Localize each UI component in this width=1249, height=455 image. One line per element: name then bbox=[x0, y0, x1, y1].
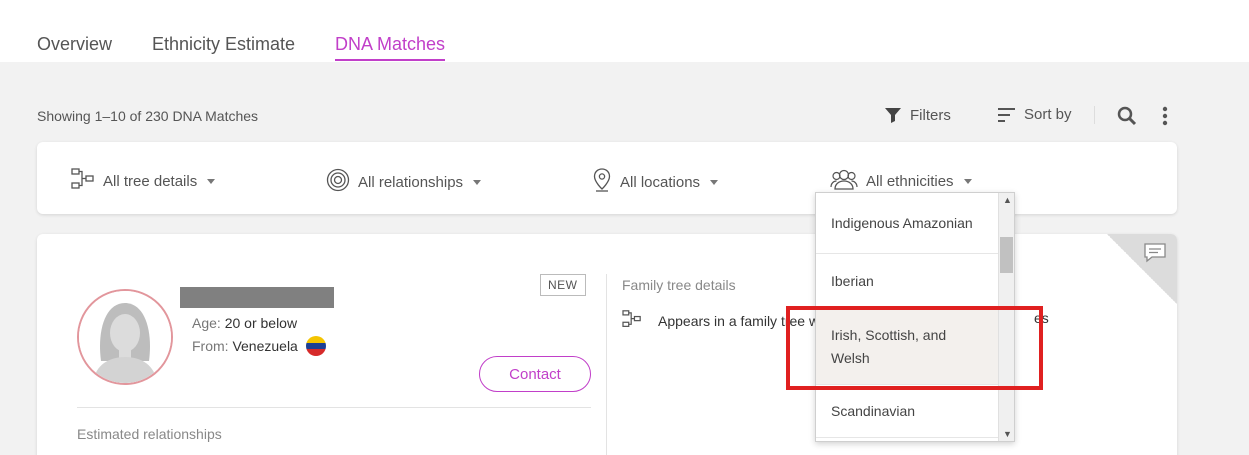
filter-icon bbox=[884, 106, 902, 124]
people-group-icon bbox=[830, 168, 858, 194]
ethnicities-filter[interactable]: All ethnicities bbox=[830, 168, 972, 194]
tab-overview[interactable]: Overview bbox=[37, 34, 112, 55]
relationships-label: All relationships bbox=[358, 173, 464, 191]
scrollbar-thumb[interactable] bbox=[1000, 237, 1013, 273]
from-row: From: Venezuela bbox=[192, 336, 326, 356]
age-label: Age: bbox=[192, 315, 221, 331]
chevron-down-icon bbox=[473, 179, 482, 185]
more-options-button[interactable] bbox=[1161, 106, 1169, 126]
filters-label: Filters bbox=[910, 106, 951, 124]
scroll-down-icon[interactable]: ▼ bbox=[1003, 429, 1012, 439]
tab-ethnicity-estimate[interactable]: Ethnicity Estimate bbox=[152, 34, 295, 55]
sort-icon bbox=[998, 107, 1016, 123]
comment-icon[interactable] bbox=[1143, 242, 1167, 269]
estimated-relationships-label: Estimated relationships bbox=[77, 426, 222, 442]
search-icon bbox=[1117, 106, 1137, 126]
more-vertical-icon bbox=[1161, 106, 1169, 126]
dropdown-option[interactable]: Indigenous Amazonian bbox=[816, 193, 998, 254]
scroll-up-icon[interactable]: ▲ bbox=[1003, 195, 1012, 205]
age-row: Age: 20 or below bbox=[192, 315, 297, 331]
female-avatar-icon bbox=[79, 291, 171, 383]
locations-label: All locations bbox=[620, 173, 701, 191]
location-pin-icon bbox=[592, 168, 612, 196]
contact-button[interactable]: Contact bbox=[479, 356, 591, 392]
divider bbox=[77, 407, 591, 408]
tree-icon bbox=[622, 310, 642, 331]
column-divider bbox=[606, 274, 607, 455]
locations-filter[interactable]: All locations bbox=[592, 168, 719, 196]
highlight-annotation-box bbox=[786, 306, 1043, 390]
age-value: 20 or below bbox=[224, 315, 298, 331]
filters-button[interactable]: Filters bbox=[884, 106, 951, 124]
target-icon bbox=[326, 168, 350, 196]
search-button[interactable] bbox=[1117, 106, 1137, 126]
top-nav: Overview Ethnicity Estimate DNA Matches bbox=[0, 0, 1249, 62]
tree-icon bbox=[71, 168, 95, 194]
chevron-down-icon bbox=[963, 178, 972, 184]
dropdown-option[interactable]: Iberian bbox=[816, 254, 998, 310]
tree-details-label: All tree details bbox=[103, 172, 198, 190]
venezuela-flag-icon bbox=[305, 336, 326, 356]
ethnicities-label: All ethnicities bbox=[866, 172, 954, 190]
tree-details-filter[interactable]: All tree details bbox=[71, 168, 216, 194]
from-label: From: bbox=[192, 338, 229, 354]
dropdown-option[interactable]: Scandinavian bbox=[816, 385, 998, 438]
results-summary: Showing 1–10 of 230 DNA Matches bbox=[37, 108, 259, 124]
new-badge: NEW bbox=[540, 274, 586, 296]
sort-button[interactable]: Sort by bbox=[998, 106, 1072, 123]
redacted-name[interactable] bbox=[180, 287, 334, 308]
relationships-filter[interactable]: All relationships bbox=[326, 168, 482, 196]
toolbar-divider bbox=[1094, 106, 1095, 124]
chevron-down-icon bbox=[710, 179, 719, 185]
family-tree-title: Family tree details bbox=[622, 277, 736, 293]
tab-dna-matches[interactable]: DNA Matches bbox=[335, 34, 446, 61]
chevron-down-icon bbox=[207, 178, 216, 184]
from-value: Venezuela bbox=[232, 338, 298, 354]
avatar[interactable] bbox=[77, 289, 173, 385]
sort-label: Sort by bbox=[1024, 106, 1072, 123]
